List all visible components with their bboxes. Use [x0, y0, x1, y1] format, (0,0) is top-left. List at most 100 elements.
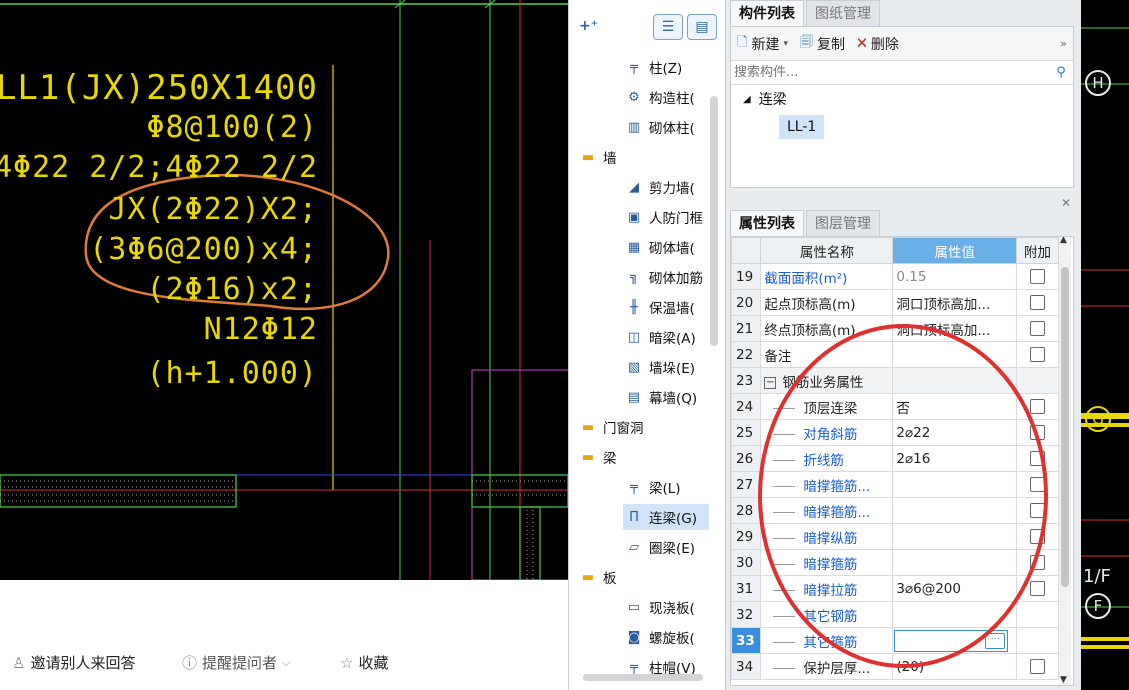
nav-scrollbar[interactable]	[710, 96, 718, 346]
tab-layer-manage[interactable]: 图层管理	[806, 210, 880, 236]
tab-component-list[interactable]: 构件列表	[730, 0, 804, 26]
attribute-row[interactable]: 24 顶层连梁 否	[731, 393, 1059, 420]
nav-item-14[interactable]: ╤ 梁(L)	[625, 474, 680, 500]
nav-group-13[interactable]: ▬ 梁	[579, 444, 617, 470]
nav-item-9[interactable]: ◫ 暗梁(A)	[625, 324, 696, 350]
insulation-wall-icon: ╫	[630, 299, 638, 315]
attribute-row[interactable]: 22 备注	[731, 341, 1059, 368]
delete-button[interactable]: 🗙 删除	[857, 33, 899, 55]
extra-checkbox[interactable]	[1030, 529, 1046, 544]
attribute-value[interactable]	[892, 601, 1018, 628]
collapse-box-icon[interactable]: −	[764, 376, 777, 389]
extra-checkbox[interactable]	[1030, 321, 1046, 336]
search-icon[interactable]: ⚲	[1049, 65, 1073, 80]
copy-button[interactable]: 🗐 复制	[800, 33, 845, 55]
nav-item-7[interactable]: ╗ 砌体加筋	[625, 264, 703, 290]
attribute-value[interactable]: 2⌀22	[892, 419, 1018, 446]
attribute-value-editor[interactable]: ···	[894, 629, 1009, 652]
list-view-button[interactable]: ☰	[653, 14, 683, 40]
attribute-value[interactable]: 0.15	[892, 263, 1018, 290]
remind-asker-button[interactable]: ⓘ 提醒提问者 ⌵	[182, 652, 290, 673]
attribute-row[interactable]: 33 其它箍筋 ···	[731, 627, 1059, 654]
attribute-value[interactable]	[892, 523, 1018, 550]
attribute-value[interactable]: 洞口顶标高加...	[892, 289, 1018, 316]
nav-item-16[interactable]: ▱ 圈梁(E)	[625, 534, 695, 560]
invite-answer-button[interactable]: ♙ 邀请别人来回答	[12, 652, 135, 673]
attribute-value[interactable]	[892, 367, 1018, 394]
tree-group-coupling-beam[interactable]: ◢ 连梁	[743, 87, 787, 111]
extra-checkbox[interactable]	[1030, 477, 1046, 492]
nav-item-11[interactable]: ▤ 幕墙(Q)	[625, 384, 697, 410]
tab-attribute-list[interactable]: 属性列表	[730, 210, 804, 236]
attribute-row[interactable]: 25 对角斜筋 2⌀22	[731, 419, 1059, 446]
attribute-row[interactable]: 27 暗撑箍筋...	[731, 471, 1059, 498]
cad-canvas-right[interactable]: H G 1/F F	[1081, 0, 1129, 690]
extra-checkbox[interactable]	[1030, 555, 1046, 570]
extra-checkbox[interactable]	[1030, 295, 1046, 310]
attribute-row[interactable]: 29 暗撑纵筋	[731, 523, 1059, 550]
row-number: 24	[731, 393, 762, 420]
nav-group-12[interactable]: ▬ 门窗洞	[579, 414, 644, 440]
attribute-row[interactable]: 32 其它钢筋	[731, 601, 1059, 628]
attribute-name-text: 暗撑拉筋	[803, 582, 858, 599]
attribute-value[interactable]: 2⌀16	[892, 445, 1018, 472]
nav-item-15[interactable]: Π 连梁(G)	[623, 504, 709, 530]
ellipsis-button[interactable]: ···	[985, 632, 1006, 649]
nav-group-17[interactable]: ▬ 板	[579, 564, 617, 590]
nav-group-3[interactable]: ▬ 墙	[579, 144, 617, 170]
attribute-value[interactable]	[892, 497, 1018, 524]
nav-item-19[interactable]: ◙ 螺旋板(	[625, 624, 695, 650]
nav-item-10[interactable]: ▧ 墙垛(E)	[625, 354, 695, 380]
attribute-row[interactable]: 30 暗撑箍筋	[731, 549, 1059, 576]
attribute-value[interactable]: (20)	[892, 653, 1018, 680]
add-icon[interactable]: +⁺	[579, 18, 598, 34]
nav-horizontal-scrollbar[interactable]	[583, 674, 703, 681]
attribute-row[interactable]: 20 起点顶标高(m) 洞口顶标高加...	[731, 289, 1059, 316]
detail-view-button[interactable]: ▤	[687, 14, 717, 40]
attribute-scrollbar-thumb[interactable]	[1061, 267, 1069, 587]
attribute-value[interactable]	[892, 341, 1018, 368]
attribute-value[interactable]: 否	[892, 393, 1018, 420]
attribute-value[interactable]	[892, 549, 1018, 576]
nav-item-2[interactable]: ▥ 砌体柱(	[625, 114, 695, 140]
tree-item-ll1[interactable]: LL-1	[779, 115, 825, 139]
extra-checkbox[interactable]	[1030, 581, 1046, 596]
attribute-row[interactable]: 28 暗撑箍筋...	[731, 497, 1059, 524]
extra-checkbox[interactable]	[1030, 503, 1046, 518]
scroll-down-icon[interactable]: ▼	[1060, 675, 1067, 685]
attribute-row[interactable]: 19 截面面积(m²) 0.15	[731, 263, 1059, 290]
nav-item-6[interactable]: ▦ 砌体墙(	[625, 234, 695, 260]
attribute-row[interactable]: 21 终点顶标高(m) 洞口顶标高加...	[731, 315, 1059, 342]
extra-checkbox[interactable]	[1030, 425, 1046, 440]
attribute-row[interactable]: 31 暗撑拉筋 3⌀6@200	[731, 575, 1059, 602]
nav-item-4[interactable]: ◢ 剪力墙(	[625, 174, 695, 200]
attribute-row[interactable]: 26 折线筋 2⌀16	[731, 445, 1059, 472]
close-icon[interactable]: ✕	[1061, 196, 1071, 210]
attribute-value[interactable]: ···	[892, 627, 1018, 654]
extra-checkbox[interactable]	[1030, 269, 1046, 284]
scroll-up-icon[interactable]: ▲	[1060, 237, 1067, 245]
nav-item-18[interactable]: ▭ 现浇板(	[625, 594, 695, 620]
search-input[interactable]	[734, 65, 1049, 80]
more-arrows-icon[interactable]: »	[1060, 37, 1067, 50]
favorite-button[interactable]: ☆ 收藏	[340, 652, 388, 673]
nav-item-1[interactable]: ⚙ 构造柱(	[625, 84, 695, 110]
shear-wall-icon: ◢	[629, 179, 639, 195]
attribute-row[interactable]: 23− 钢筋业务属性	[731, 367, 1059, 394]
nav-item-0[interactable]: ╤ 柱(Z)	[625, 54, 682, 80]
row-number: 23	[731, 367, 762, 394]
attribute-value[interactable]	[892, 471, 1018, 498]
attribute-value[interactable]: 洞口顶标高加...	[892, 315, 1018, 342]
extra-checkbox[interactable]	[1030, 659, 1046, 674]
header-value[interactable]: 属性值	[892, 237, 1018, 264]
cad-canvas[interactable]: LL1(JX)250X1400 Φ8@100(2) 4Φ22 2/2;4Φ22 …	[0, 0, 568, 580]
new-button[interactable]: 🗋 新建 ▾	[737, 33, 788, 55]
nav-item-5[interactable]: ▣ 人防门框	[625, 204, 703, 230]
attribute-row[interactable]: 34 保护层厚... (20)	[731, 653, 1059, 680]
extra-checkbox[interactable]	[1030, 451, 1046, 466]
nav-item-8[interactable]: ╫ 保温墙(	[625, 294, 695, 320]
extra-checkbox[interactable]	[1030, 399, 1046, 414]
attribute-value[interactable]: 3⌀6@200	[892, 575, 1018, 602]
extra-checkbox[interactable]	[1030, 347, 1046, 362]
tab-drawing-manage[interactable]: 图纸管理	[806, 0, 880, 26]
